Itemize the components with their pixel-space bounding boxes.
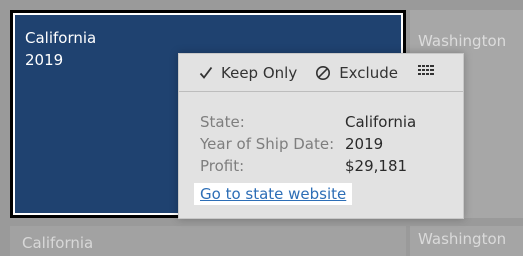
field-value: California	[345, 113, 417, 131]
exclude-label: Exclude	[339, 63, 398, 82]
view-data-button[interactable]	[417, 63, 434, 82]
mark-state-label: Washington	[418, 32, 507, 50]
state-website-link[interactable]: Go to state website	[194, 183, 353, 205]
field-value: 2019	[345, 135, 384, 153]
tooltip-body: State: California Year of Ship Date: 201…	[179, 92, 463, 205]
keep-only-button[interactable]: Keep Only	[199, 64, 297, 82]
keep-only-label: Keep Only	[221, 63, 298, 82]
view-data-icon	[417, 63, 434, 82]
checkmark-icon	[199, 66, 213, 80]
field-label: Year of Ship Date:	[200, 135, 335, 153]
field-label: State:	[200, 113, 245, 131]
exclude-icon	[315, 65, 331, 81]
field-label: Profit:	[200, 157, 245, 175]
mark-state-label: California	[25, 29, 97, 47]
mark-state-label: Washington	[418, 230, 507, 248]
mark-state-label: California	[22, 234, 94, 252]
field-value: $29,181	[345, 157, 408, 175]
tooltip-toolbar: Keep Only Exclude	[179, 54, 463, 92]
tooltip-row-year: Year of Ship Date: 2019	[200, 133, 463, 155]
tooltip-row-profit: Profit: $29,181	[200, 155, 463, 177]
exclude-button[interactable]: Exclude	[315, 64, 398, 82]
mark-tooltip: Keep Only Exclude State: California Year…	[178, 53, 464, 219]
tooltip-row-state: State: California	[200, 111, 463, 133]
